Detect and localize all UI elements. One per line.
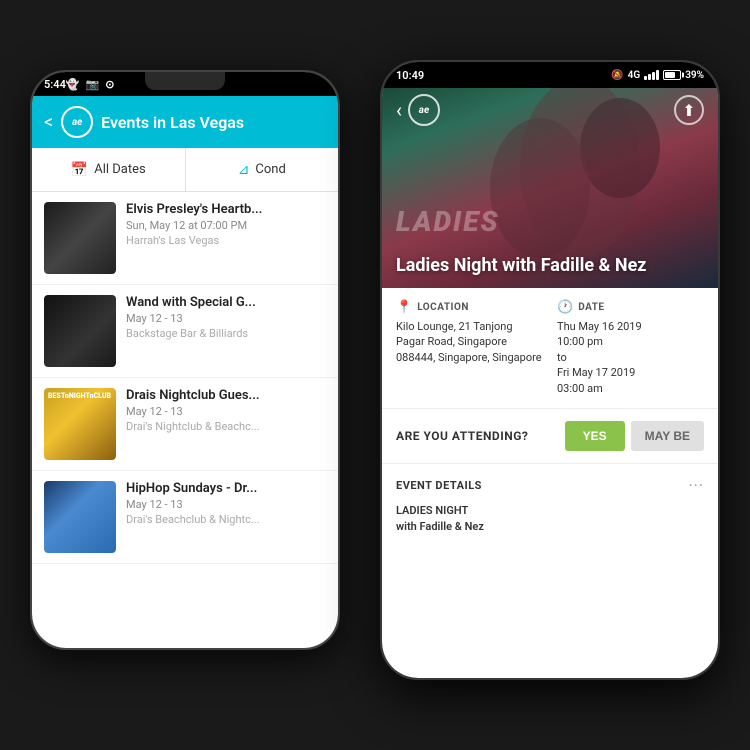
- camera-icon: ⊙: [105, 78, 114, 91]
- front-event-image: LADIES ‹ ae ⬆ Ladies Night with Fadille …: [382, 88, 718, 288]
- share-icon: ⬆: [682, 101, 695, 120]
- signal-bars: [644, 70, 659, 80]
- event-date-3: May 12 - 13: [126, 405, 326, 418]
- clock-icon: 🕐: [557, 300, 573, 315]
- event-date-2: May 12 - 13: [126, 312, 326, 325]
- battery-fill: [665, 72, 675, 78]
- attending-label: ARE YOU ATTENDING?: [396, 429, 565, 443]
- event-item-2[interactable]: Wand with Special G... May 12 - 13 Backs…: [32, 285, 338, 378]
- event-details-section: EVENT DETAILS ··· LADIES NIGHTwith Fadil…: [382, 464, 718, 548]
- cond-filter-label: Cond: [255, 162, 285, 177]
- date-header: 🕐 DATE: [557, 300, 704, 315]
- chevron-left-icon: ‹: [396, 98, 402, 122]
- mute-icon: 🔕: [611, 70, 623, 81]
- event-info-3: Drais Nightclub Gues... May 12 - 13 Drai…: [126, 388, 326, 460]
- ladies-text: LADIES: [396, 205, 499, 238]
- battery-label: 39%: [685, 70, 704, 81]
- calendar-icon: 📅: [71, 162, 88, 178]
- event-thumb-3: [44, 388, 116, 460]
- battery-icon: [663, 70, 681, 80]
- event-venue-1: Harrah's Las Vegas: [126, 234, 326, 247]
- back-phone: 5:44 👻 📷 ⊙ < ae Events in Las Vegas 📅 Al…: [30, 70, 340, 650]
- back-header: < ae Events in Las Vegas: [32, 96, 338, 148]
- front-phone: 10:49 🔕 4G 39%: [380, 60, 720, 680]
- date-filter-label: All Dates: [94, 162, 146, 177]
- signal-bar-3: [652, 72, 655, 80]
- cond-filter[interactable]: ⊿ Cond: [186, 148, 339, 191]
- event-name-1: Elvis Presley's Heartb...: [126, 202, 326, 217]
- event-info-4: HipHop Sundays - Dr... May 12 - 13 Drai'…: [126, 481, 326, 553]
- event-name-4: HipHop Sundays - Dr...: [126, 481, 326, 496]
- front-back-button[interactable]: ‹ ae: [396, 94, 440, 126]
- event-info-1: Elvis Presley's Heartb... Sun, May 12 at…: [126, 202, 326, 274]
- network-label: 4G: [628, 70, 641, 81]
- back-phone-screen: 5:44 👻 📷 ⊙ < ae Events in Las Vegas 📅 Al…: [32, 72, 338, 648]
- front-status-bar: 10:49 🔕 4G 39%: [382, 62, 718, 88]
- event-image-title: Ladies Night with Fadille & Nez: [396, 255, 704, 276]
- signal-bar-4: [656, 70, 659, 80]
- event-item-4[interactable]: HipHop Sundays - Dr... May 12 - 13 Drai'…: [32, 471, 338, 564]
- back-button[interactable]: <: [44, 112, 53, 133]
- front-time: 10:49: [396, 69, 611, 82]
- location-section: 📍 LOCATION Kilo Lounge, 21 Tanjong Pagar…: [396, 300, 543, 396]
- event-venue-3: Drai's Nightclub & Beachc...: [126, 420, 326, 433]
- back-title: Events in Las Vegas: [101, 113, 326, 132]
- event-thumb-2: [44, 295, 116, 367]
- event-image-label: Ladies Night with Fadille & Nez: [396, 255, 704, 276]
- date-label: DATE: [578, 302, 604, 313]
- event-list: Elvis Presley's Heartb... Sun, May 12 at…: [32, 192, 338, 648]
- snapchat-icon: 👻: [66, 78, 80, 91]
- event-details-content: LADIES NIGHTwith Fadille & Nez: [396, 503, 704, 536]
- date-filter[interactable]: 📅 All Dates: [32, 148, 186, 191]
- date-section: 🕐 DATE Thu May 16 201910:00 pmtoFri May …: [557, 300, 704, 396]
- share-button[interactable]: ⬆: [674, 95, 704, 125]
- front-header-overlay: ‹ ae ⬆: [382, 88, 718, 132]
- front-event-details: 📍 LOCATION Kilo Lounge, 21 Tanjong Pagar…: [382, 288, 718, 409]
- location-label: LOCATION: [417, 302, 469, 313]
- yes-button[interactable]: YES: [565, 421, 625, 451]
- attending-section: ARE YOU ATTENDING? YES MAY BE: [382, 409, 718, 464]
- date-value: Thu May 16 201910:00 pmtoFri May 17 2019…: [557, 319, 704, 396]
- front-phone-screen: 10:49 🔕 4G 39%: [382, 62, 718, 678]
- event-details-title: EVENT DETAILS: [396, 479, 482, 492]
- back-filter-bar: 📅 All Dates ⊿ Cond: [32, 148, 338, 192]
- location-header: 📍 LOCATION: [396, 300, 543, 315]
- event-item-1[interactable]: Elvis Presley's Heartb... Sun, May 12 at…: [32, 192, 338, 285]
- signal-bar-2: [648, 74, 651, 80]
- back-status-icons: 👻 📷 ⊙: [66, 78, 115, 91]
- event-name-2: Wand with Special G...: [126, 295, 326, 310]
- front-status-right: 🔕 4G 39%: [611, 70, 704, 81]
- maybe-button[interactable]: MAY BE: [631, 421, 704, 451]
- location-icon: 📍: [396, 300, 412, 315]
- filter-icon: ⊿: [238, 162, 250, 178]
- event-thumb-4: [44, 481, 116, 553]
- back-logo: ae: [61, 106, 93, 138]
- instagram-icon: 📷: [86, 78, 100, 91]
- dots-menu-button[interactable]: ···: [688, 476, 704, 495]
- location-value: Kilo Lounge, 21 Tanjong Pagar Road, Sing…: [396, 319, 543, 365]
- details-header-row: EVENT DETAILS ···: [396, 476, 704, 495]
- event-thumb-1: [44, 202, 116, 274]
- signal-bar-1: [644, 76, 647, 80]
- event-item-3[interactable]: Drais Nightclub Gues... May 12 - 13 Drai…: [32, 378, 338, 471]
- event-info-2: Wand with Special G... May 12 - 13 Backs…: [126, 295, 326, 367]
- back-phone-notch: [145, 72, 225, 90]
- event-date-1: Sun, May 12 at 07:00 PM: [126, 219, 326, 232]
- event-venue-2: Backstage Bar & Billiards: [126, 327, 326, 340]
- event-name-3: Drais Nightclub Gues...: [126, 388, 326, 403]
- back-time: 5:44: [44, 78, 66, 91]
- front-logo: ae: [408, 94, 440, 126]
- event-date-4: May 12 - 13: [126, 498, 326, 511]
- event-venue-4: Drai's Beachclub & Nightc...: [126, 513, 326, 526]
